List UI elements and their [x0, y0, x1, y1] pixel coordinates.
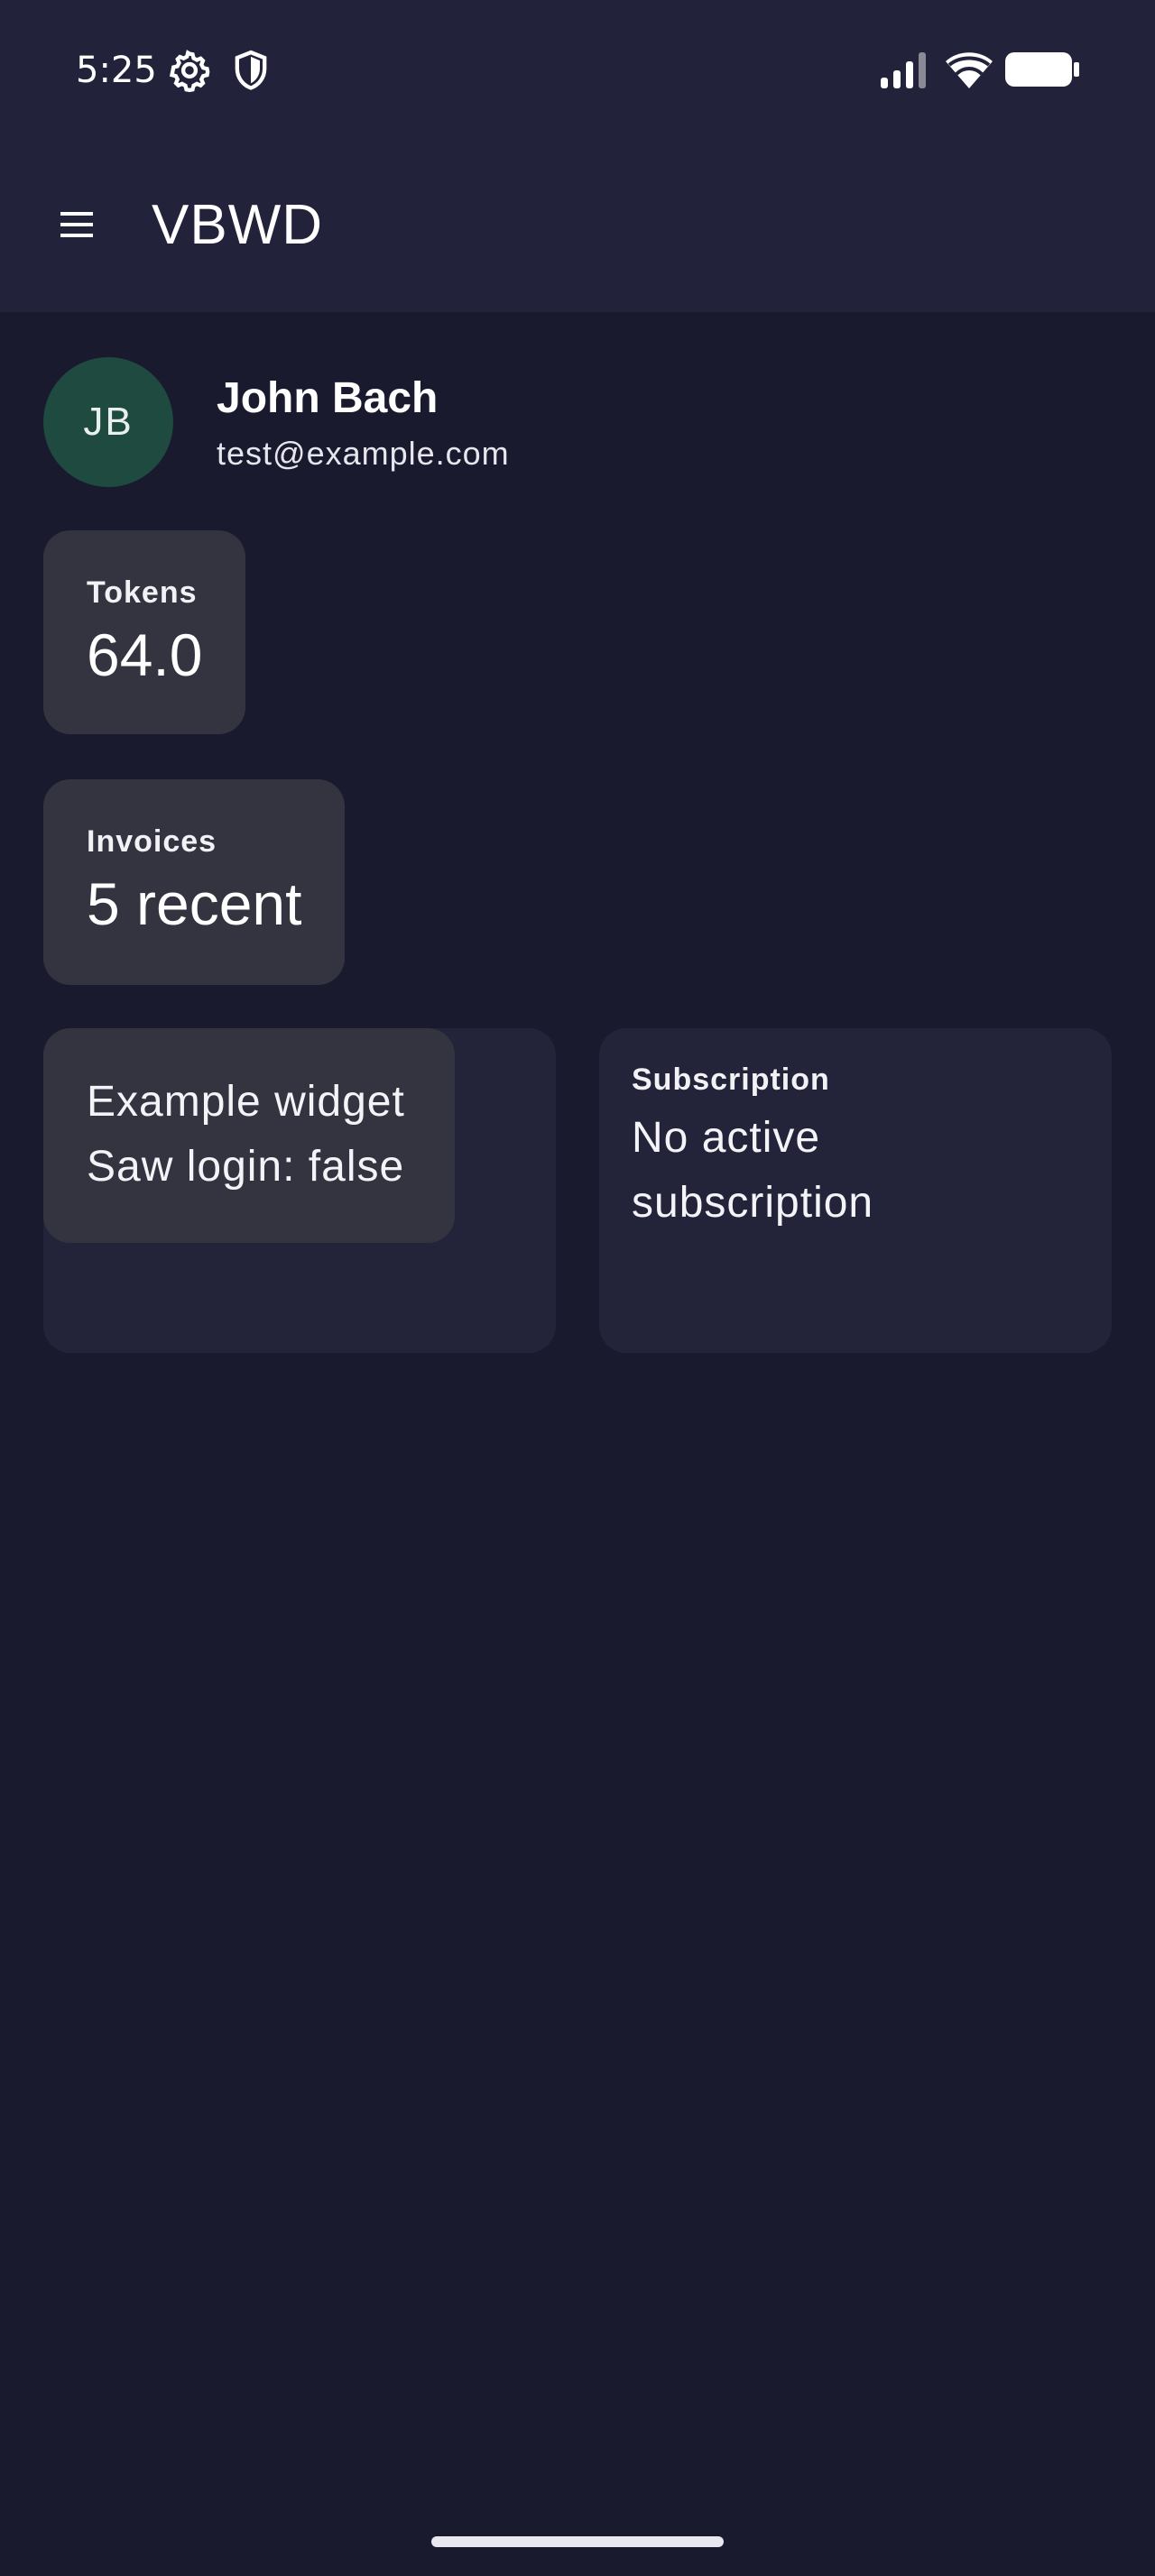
status-time: 5:25	[76, 50, 157, 91]
user-name: John Bach	[217, 374, 439, 422]
battery-icon	[1005, 52, 1079, 87]
app-title: VBWD	[152, 194, 323, 256]
signal-icon	[881, 52, 926, 88]
invoices-value: 5 recent	[87, 870, 302, 937]
invoices-label: Invoices	[87, 824, 217, 859]
menu-icon	[60, 212, 93, 237]
subscription-status: No active subscription	[632, 1114, 874, 1227]
user-email: test@example.com	[217, 435, 510, 472]
menu-button[interactable]	[47, 195, 106, 254]
tokens-value: 64.0	[87, 621, 203, 688]
example-widget-login-status: Saw login: false	[87, 1143, 405, 1191]
top-area: 5:25 VBWD	[0, 0, 1155, 312]
subscription-widget-card: Subscription No active subscription	[599, 1028, 1112, 1353]
subscription-label: Subscription	[632, 1063, 830, 1097]
example-widget-card: Example widget Saw login: false	[43, 1028, 556, 1353]
tokens-card: Tokens 64.0	[43, 530, 245, 734]
status-bar: 5:25	[0, 0, 1155, 141]
shield-icon	[235, 50, 267, 90]
example-widget-title: Example widget	[87, 1078, 405, 1126]
app-screen: 5:25 VBWD JB John Bach test@example.com …	[0, 0, 1155, 2576]
wifi-icon	[946, 52, 993, 88]
home-indicator[interactable]	[431, 2536, 724, 2547]
invoices-card: Invoices 5 recent	[43, 779, 345, 985]
example-widget: Example widget Saw login: false	[43, 1028, 455, 1243]
top-app-bar: VBWD	[0, 141, 1155, 312]
avatar: JB	[43, 357, 173, 487]
tokens-label: Tokens	[87, 575, 198, 610]
gear-icon	[169, 50, 210, 93]
